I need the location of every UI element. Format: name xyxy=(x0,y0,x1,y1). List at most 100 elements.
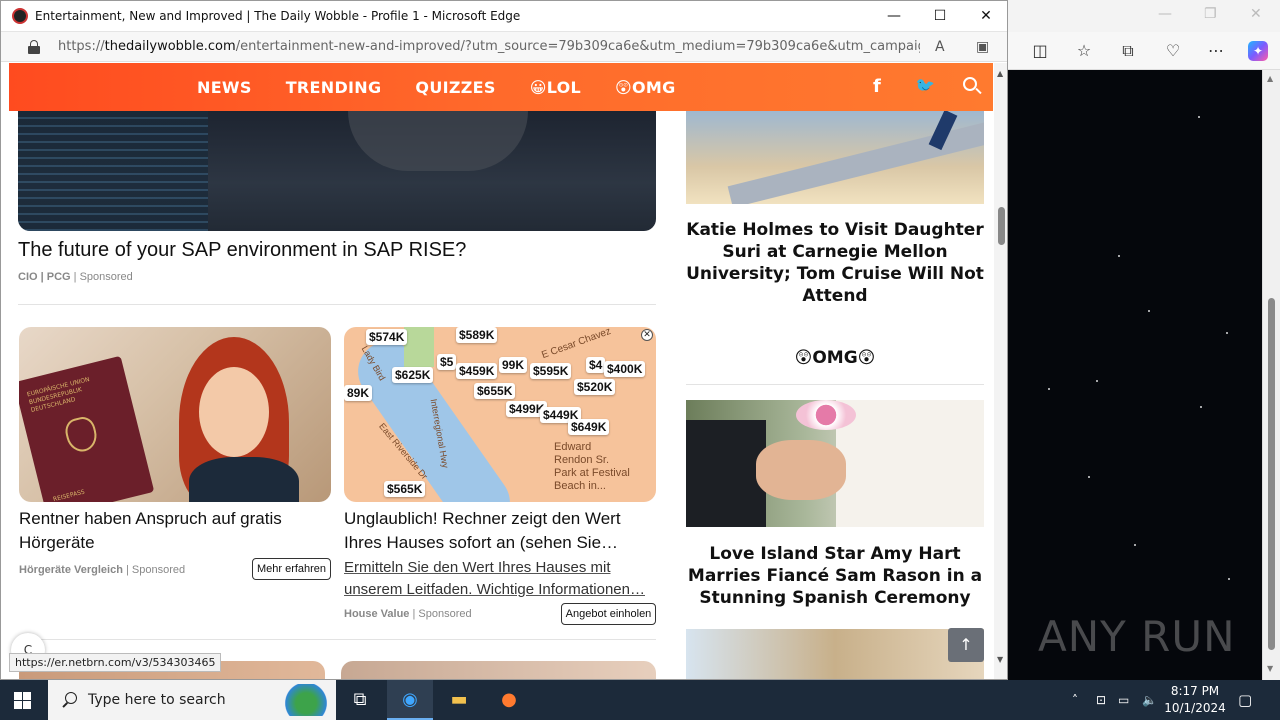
browser-essentials-icon[interactable]: ♡ xyxy=(1163,41,1183,61)
minimize-button[interactable]: — xyxy=(871,1,917,32)
map-price: $400K xyxy=(604,361,646,377)
divider xyxy=(686,384,984,385)
taskbar-search-box[interactable]: Type here to search xyxy=(48,680,336,720)
passport-bottom-text: REISEPASS xyxy=(52,488,86,502)
next-ad-image[interactable] xyxy=(341,661,656,679)
maximize-button[interactable]: ☐ xyxy=(917,1,963,32)
hearing-aid-ad-source: Hörgeräte Vergleich | Sponsored xyxy=(19,564,186,576)
taskbar-clock[interactable]: 8:17 PM 10/1/2024 xyxy=(1160,683,1230,717)
passport-text: EUROPÄISCHE UNION BUNDESREPUBLIK DEUTSCH… xyxy=(26,376,91,414)
title-bar: Entertainment, New and Improved | The Da… xyxy=(1,1,1007,32)
taskbar-search-placeholder: Type here to search xyxy=(88,692,226,708)
restore-icon[interactable]: ❐ xyxy=(1204,6,1217,22)
favorites-icon[interactable]: ☆ xyxy=(1074,41,1094,61)
url-prefix: https:// xyxy=(58,39,105,54)
passport-image: EUROPÄISCHE UNION BUNDESREPUBLIK DEUTSCH… xyxy=(19,355,155,502)
map-price: $459K xyxy=(456,363,498,379)
page-viewport: NEWS TRENDING QUIZZES 😀LOL 😲OMG f 🐦 The … xyxy=(9,63,993,679)
love-island-article-title[interactable]: Love Island Star Amy Hart Marries Fiancé… xyxy=(686,543,984,609)
angebot-einholen-button[interactable]: Angebot einholen xyxy=(561,603,656,625)
scroll-down-icon[interactable]: ▼ xyxy=(997,655,1003,664)
minimize-icon[interactable]: — xyxy=(1158,6,1172,22)
file-explorer-icon[interactable]: ▬ xyxy=(436,680,482,720)
collections-icon[interactable]: ⧉ xyxy=(1118,41,1138,61)
close-button[interactable]: ✕ xyxy=(963,1,1007,32)
search-icon xyxy=(62,692,78,708)
scroll-up-icon[interactable]: ▲ xyxy=(997,69,1003,78)
scroll-up-icon[interactable]: ▲ xyxy=(1267,74,1273,83)
map-price: 99K xyxy=(499,357,528,373)
network-icon[interactable]: ⊡ xyxy=(1096,680,1106,720)
immersive-reader-icon[interactable]: ▣ xyxy=(976,39,989,55)
page-scrollbar[interactable]: ▲ ▼ xyxy=(994,63,1007,679)
url-path: /entertainment-new-and-improved/?utm_sou… xyxy=(235,39,920,54)
map-price: $4 xyxy=(586,357,606,373)
edge-taskbar-icon[interactable]: ◉ xyxy=(387,680,433,720)
map-price: $5 xyxy=(437,354,457,370)
address-bar[interactable]: https://thedailywobble.com/entertainment… xyxy=(1,32,1007,62)
split-screen-icon[interactable]: ◫ xyxy=(1030,41,1050,61)
tray-chevron-icon[interactable]: ˄ xyxy=(1072,680,1078,720)
twitter-icon[interactable]: 🐦 xyxy=(915,76,935,95)
volume-icon[interactable]: 🔈 xyxy=(1142,680,1157,720)
scroll-down-icon[interactable]: ▼ xyxy=(1267,664,1273,673)
love-island-article-image[interactable] xyxy=(686,400,984,527)
house-value-ad-source: House Value | Sponsored xyxy=(344,608,472,620)
nav-omg[interactable]: 😲OMG xyxy=(615,78,676,97)
site-nav-bar: NEWS TRENDING QUIZZES 😀LOL 😲OMG f 🐦 xyxy=(9,63,993,111)
map-park-label: Edward Rendon Sr. Park at Festival Beach… xyxy=(554,441,630,492)
hearing-aid-ad-image[interactable]: EUROPÄISCHE UNION BUNDESREPUBLIK DEUTSCH… xyxy=(19,327,331,502)
search-highlight-icon xyxy=(270,684,330,716)
divider xyxy=(18,639,656,640)
eagle-emblem-icon xyxy=(62,414,101,455)
scroll-to-top-button[interactable]: ↑ xyxy=(948,628,984,662)
ad-close-icon[interactable]: ✕ xyxy=(641,329,653,341)
clock-time: 8:17 PM xyxy=(1170,684,1220,698)
house-value-ad-image[interactable]: $574K $589K $625K $5 $459K 99K $595K $4 … xyxy=(344,327,656,502)
lock-icon[interactable] xyxy=(28,39,40,54)
start-button[interactable] xyxy=(14,692,31,709)
divider xyxy=(18,304,656,305)
nav-trending[interactable]: TRENDING xyxy=(286,78,382,97)
sap-article-source: CIO | PCG | Sponsored xyxy=(18,271,133,283)
facebook-icon[interactable]: f xyxy=(873,76,881,97)
sap-article-image[interactable] xyxy=(18,111,656,231)
browser-window: Entertainment, New and Improved | The Da… xyxy=(0,0,1008,680)
copilot-icon[interactable]: ✦ xyxy=(1248,41,1268,61)
omg-section-heading: 😲OMG😲 xyxy=(794,348,876,368)
more-menu-icon[interactable]: ⋯ xyxy=(1206,41,1226,61)
nav-quizzes[interactable]: QUIZZES xyxy=(415,78,495,97)
scrollbar-thumb[interactable] xyxy=(998,207,1005,245)
close-icon[interactable]: ✕ xyxy=(1250,6,1262,22)
next-article-image[interactable] xyxy=(686,629,984,679)
scrollbar-thumb[interactable] xyxy=(1268,298,1275,650)
read-aloud-icon[interactable]: A xyxy=(935,39,945,55)
map-price: $625K xyxy=(392,367,434,383)
notifications-icon[interactable]: ▢ xyxy=(1238,680,1252,720)
house-value-ad-title[interactable]: Unglaublich! Rechner zeigt den Wert Ihre… xyxy=(344,507,656,555)
map-price: $649K xyxy=(568,419,610,435)
hearing-aid-ad-title[interactable]: Rentner haben Anspruch auf gratis Hörger… xyxy=(19,507,319,555)
task-view-icon[interactable]: ⧉ xyxy=(337,680,383,720)
nav-news[interactable]: NEWS xyxy=(197,78,252,97)
search-icon[interactable] xyxy=(963,77,982,95)
right-window-scrollbar[interactable]: ▲ ▼ xyxy=(1262,70,1280,680)
nav-lol[interactable]: 😀LOL xyxy=(530,78,581,97)
sap-article-title[interactable]: The future of your SAP environment in SA… xyxy=(18,239,466,262)
katie-article-title[interactable]: Katie Holmes to Visit Daughter Suri at C… xyxy=(686,219,984,307)
map-price: $565K xyxy=(384,481,426,497)
firefox-icon[interactable]: ● xyxy=(486,680,532,720)
map-price: $595K xyxy=(530,363,572,379)
display-icon[interactable]: ▭ xyxy=(1118,680,1129,720)
house-value-ad-description[interactable]: Ermitteln Sie den Wert Ihres Hauses mit … xyxy=(344,557,656,601)
url-domain: thedailywobble.com xyxy=(104,39,236,54)
map-price: $574K xyxy=(366,329,408,345)
edge-toolbar: ◫ ☆ ⧉ ♡ ⋯ ✦ xyxy=(1008,32,1280,70)
url-text[interactable]: https://thedailywobble.com/entertainment… xyxy=(58,39,920,54)
status-bar-link: https://er.netbrn.com/v3/534303465 xyxy=(9,653,222,672)
desktop-background xyxy=(1008,0,1280,680)
mehr-erfahren-button[interactable]: Mehr erfahren xyxy=(252,558,331,580)
map-price: 89K xyxy=(344,385,373,401)
katie-article-image[interactable] xyxy=(686,111,984,204)
map-price: $655K xyxy=(474,383,516,399)
